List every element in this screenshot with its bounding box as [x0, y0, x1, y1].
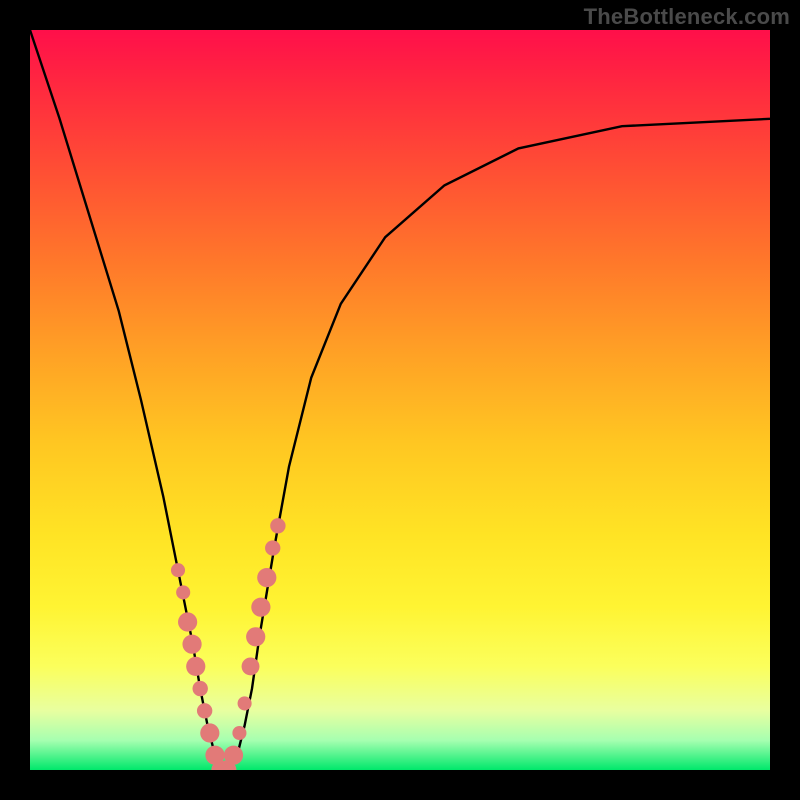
data-marker	[242, 657, 260, 675]
data-marker	[197, 703, 212, 718]
data-marker	[186, 657, 205, 676]
data-marker	[232, 726, 246, 740]
curve-layer	[30, 30, 770, 770]
data-marker	[238, 696, 252, 710]
marker-group	[171, 518, 286, 770]
watermark-text: TheBottleneck.com	[584, 4, 790, 30]
bottleneck-curve	[30, 30, 770, 770]
data-marker	[246, 627, 265, 646]
chart-frame: TheBottleneck.com	[0, 0, 800, 800]
data-marker	[224, 746, 243, 765]
data-marker	[171, 563, 185, 577]
data-marker	[176, 585, 190, 599]
data-marker	[200, 723, 219, 742]
data-marker	[251, 598, 270, 617]
data-marker	[265, 540, 280, 555]
data-marker	[270, 518, 285, 533]
data-marker	[182, 635, 201, 654]
data-marker	[193, 681, 208, 696]
data-marker	[178, 612, 197, 631]
plot-area	[30, 30, 770, 770]
data-marker	[257, 568, 276, 587]
